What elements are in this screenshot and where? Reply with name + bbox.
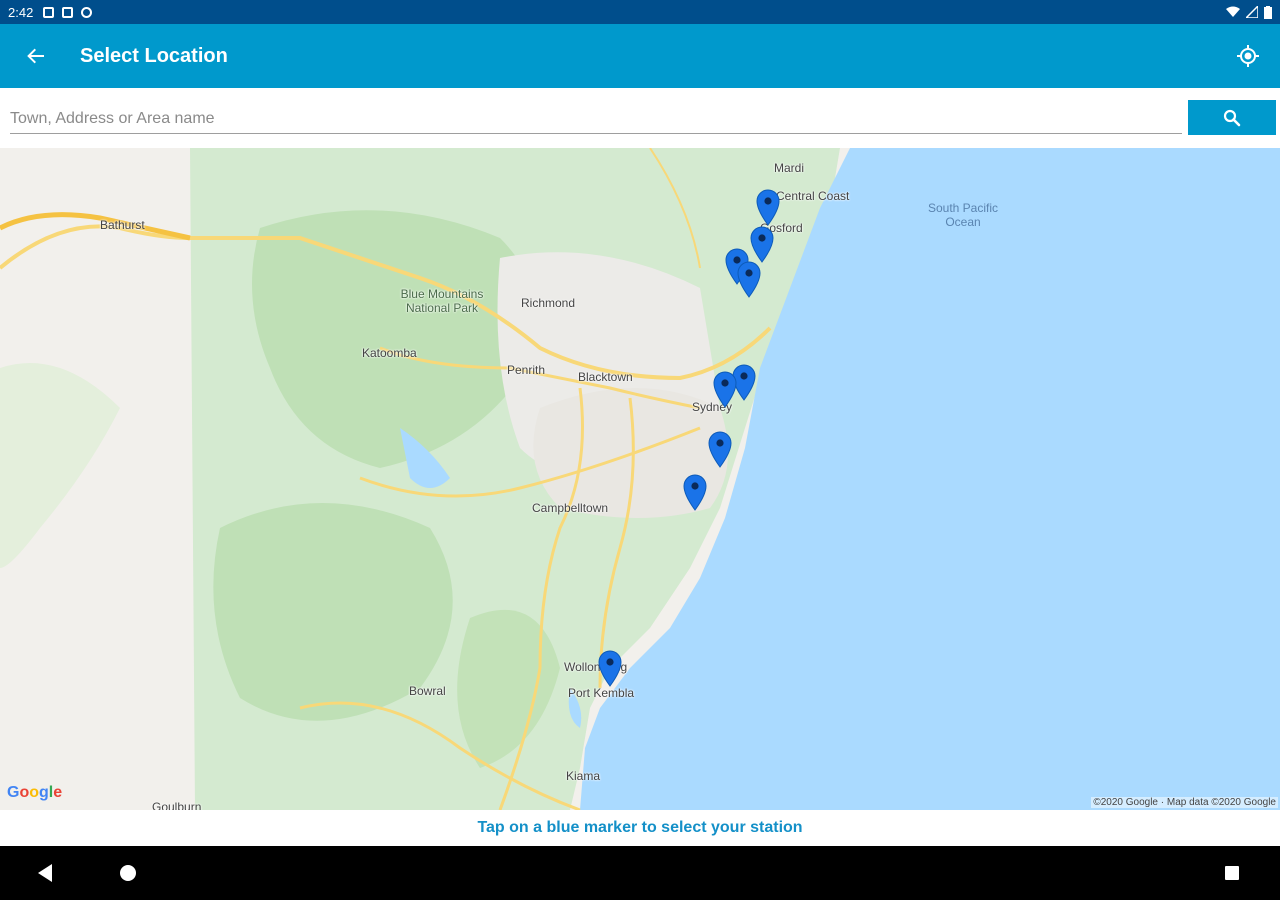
- system-nav-bar: [0, 846, 1280, 900]
- map-label-bowral: Bowral: [409, 684, 446, 698]
- map-label-ocean: South Pacific Ocean: [927, 201, 999, 229]
- notification-icon: [43, 6, 55, 18]
- station-marker[interactable]: [597, 649, 623, 687]
- page-title: Select Location: [80, 44, 228, 67]
- search-input[interactable]: [10, 104, 1182, 134]
- battery-icon: [1264, 5, 1272, 19]
- my-location-icon: [1237, 45, 1259, 67]
- status-icons: [43, 6, 93, 18]
- station-marker[interactable]: [755, 188, 781, 226]
- nav-back-icon[interactable]: [36, 862, 60, 884]
- my-location-button[interactable]: [1216, 24, 1280, 88]
- status-right-icons: [1226, 5, 1272, 19]
- station-marker[interactable]: [749, 225, 775, 263]
- station-marker[interactable]: [736, 260, 762, 298]
- map-label-campbelltown: Campbelltown: [532, 501, 609, 515]
- map-label-kiama: Kiama: [566, 769, 601, 783]
- hint-text: Tap on a blue marker to select your stat…: [477, 819, 803, 836]
- map-label-central-coast: Central Coast: [776, 189, 850, 203]
- status-time: 2:42: [8, 4, 34, 20]
- search-icon: [1223, 109, 1241, 126]
- sd-card-icon: [62, 6, 74, 18]
- sync-disabled-icon: [81, 6, 93, 18]
- map-base[interactable]: [0, 148, 1280, 810]
- arrow-back-icon: [27, 48, 44, 64]
- search-button[interactable]: [1188, 100, 1276, 135]
- station-marker[interactable]: [682, 473, 708, 511]
- map-label-katoomba: Katoomba: [362, 346, 417, 360]
- map-label-port-kembla: Port Kembla: [568, 686, 635, 700]
- map-label-goulburn: Goulburn: [152, 800, 202, 810]
- status-bar: 2:42: [0, 0, 1280, 24]
- signal-icon: [1246, 6, 1258, 18]
- map-view[interactable]: Bathurst Mardi Central Coast Gosford Sou…: [0, 148, 1280, 810]
- map-label-blue-mountains: Blue Mountains National Park: [400, 287, 484, 315]
- wifi-icon: [1226, 6, 1240, 17]
- map-label-bathurst: Bathurst: [100, 218, 145, 232]
- hint-bar: Tap on a blue marker to select your stat…: [0, 810, 1280, 846]
- search-row: [0, 88, 1280, 148]
- nav-recents-icon[interactable]: [1225, 866, 1239, 880]
- map-attribution[interactable]: ©2020 Google · Map data ©2020 Google: [1091, 797, 1278, 808]
- map-label-penrith: Penrith: [507, 363, 546, 377]
- map-label-richmond: Richmond: [521, 296, 576, 310]
- back-button[interactable]: [0, 24, 72, 88]
- station-marker[interactable]: [712, 370, 738, 408]
- map-label-mardi: Mardi: [774, 161, 805, 175]
- nav-home-icon[interactable]: [120, 865, 136, 881]
- app-bar: Select Location: [0, 24, 1280, 88]
- station-marker[interactable]: [707, 430, 733, 468]
- google-logo: Google: [7, 784, 63, 801]
- map-label-blacktown: Blacktown: [578, 370, 633, 384]
